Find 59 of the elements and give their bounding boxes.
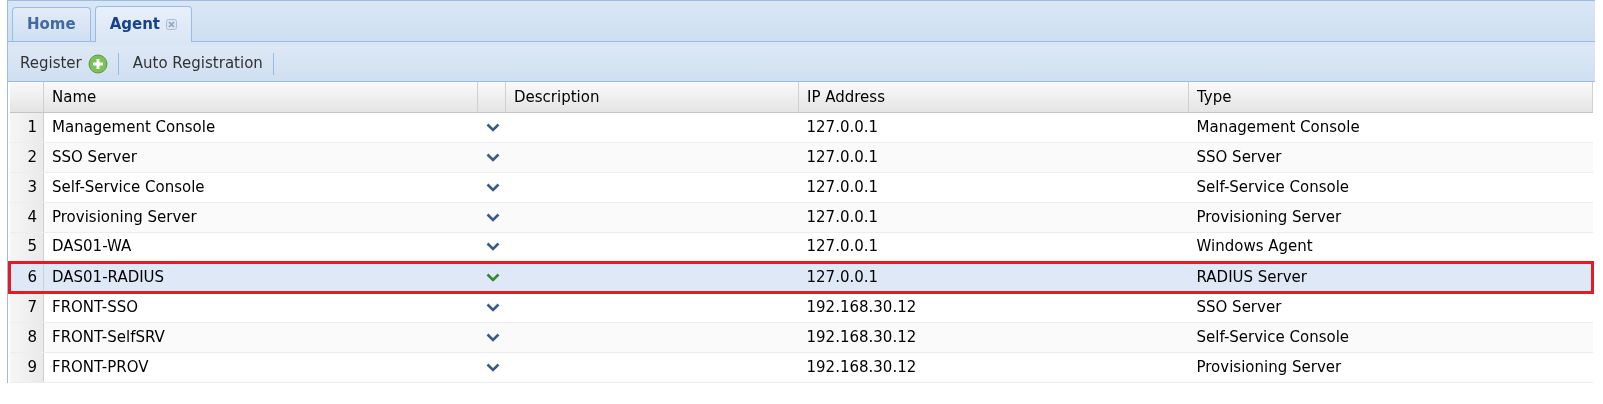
- table-cell: 192.168.30.12: [798, 292, 1189, 322]
- table-cell: 6: [9, 262, 44, 292]
- table-cell: 192.168.30.12: [798, 352, 1189, 382]
- table-cell: Management Console: [1188, 112, 1593, 142]
- table-row[interactable]: 3 Self-Service Console 127.0.0.1 Self-Service Console: [9, 172, 1593, 202]
- table-cell: DAS01-RADIUS: [43, 262, 478, 292]
- chevron-down-icon[interactable]: [485, 182, 500, 192]
- table-row[interactable]: 9 FRONT-PROV 192.168.30.12 Provisioning Server: [9, 352, 1593, 382]
- table-cell: 2: [9, 142, 44, 172]
- table-cell: FRONT-PROV: [43, 352, 478, 382]
- table-cell: 1: [9, 112, 44, 142]
- table-cell: 3: [9, 172, 44, 202]
- chevron-down-icon[interactable]: [485, 152, 500, 162]
- add-icon: [87, 53, 108, 74]
- chevron-down-icon[interactable]: [485, 212, 500, 222]
- table-row[interactable]: 6 DAS01-RADIUS 127.0.0.1 RADIUS Server: [9, 262, 1593, 292]
- column-header: IP Address: [798, 82, 1189, 112]
- tab[interactable]: Home: [12, 7, 91, 41]
- table-cell: SSO Server: [1188, 292, 1593, 322]
- table-cell: SSO Server: [43, 142, 478, 172]
- table-cell: Provisioning Server: [43, 202, 478, 232]
- table-cell: 127.0.0.1: [798, 172, 1189, 202]
- chevron-down-icon[interactable]: [485, 332, 500, 342]
- table-row[interactable]: 8 FRONT-SelfSRV 192.168.30.12 Self-Service Console: [9, 322, 1593, 352]
- tab[interactable]: Agent: [94, 6, 193, 42]
- table-row[interactable]: 2 SSO Server 127.0.0.1 SSO Server: [9, 142, 1593, 172]
- table-cell: 127.0.0.1: [798, 202, 1189, 232]
- table-cell: FRONT-SelfSRV: [43, 322, 478, 352]
- column-header: Name: [43, 82, 478, 112]
- chevron-down-icon[interactable]: [485, 362, 500, 372]
- chevron-down-icon[interactable]: [485, 303, 500, 312]
- table-row[interactable]: 4 Provisioning Server 127.0.0.1 Provisioning Server: [9, 202, 1593, 232]
- chevron-down-icon[interactable]: [485, 272, 500, 282]
- table-row[interactable]: 7 FRONT-SSO 192.168.30.12 SSO Server: [9, 292, 1593, 322]
- table-cell: Provisioning Server: [1188, 202, 1593, 232]
- table-cell: 8: [9, 322, 44, 352]
- chevron-down-icon[interactable]: [485, 122, 500, 132]
- toolbar-button[interactable]: Register: [20, 52, 118, 75]
- table-cell: Management Console: [43, 112, 478, 142]
- table-cell: 7: [9, 292, 44, 322]
- column-header: Description: [505, 82, 799, 112]
- chevron-down-icon[interactable]: [485, 242, 500, 251]
- table-cell: Self-Service Console: [1188, 172, 1593, 202]
- table-cell: 127.0.0.1: [798, 262, 1189, 292]
- table-cell: 4: [9, 202, 44, 232]
- table-cell: Self-Service Console: [1188, 322, 1593, 352]
- table-cell: 5: [9, 232, 44, 262]
- table-cell: SSO Server: [1188, 142, 1593, 172]
- table-cell: Provisioning Server: [1188, 352, 1593, 382]
- table-cell: 127.0.0.1: [798, 142, 1189, 172]
- table-cell: FRONT-SSO: [43, 292, 478, 322]
- table-cell: 9: [9, 352, 44, 382]
- table-cell: Self-Service Console: [43, 172, 478, 202]
- table-cell: RADIUS Server: [1188, 262, 1593, 292]
- toolbar-button[interactable]: Auto Registration: [132, 52, 273, 75]
- table-cell: 192.168.30.12: [798, 322, 1189, 352]
- column-header: Type: [1188, 82, 1593, 112]
- table-cell: 127.0.0.1: [798, 112, 1189, 142]
- table-row[interactable]: 1 Management Console 127.0.0.1 Management Console: [9, 112, 1593, 142]
